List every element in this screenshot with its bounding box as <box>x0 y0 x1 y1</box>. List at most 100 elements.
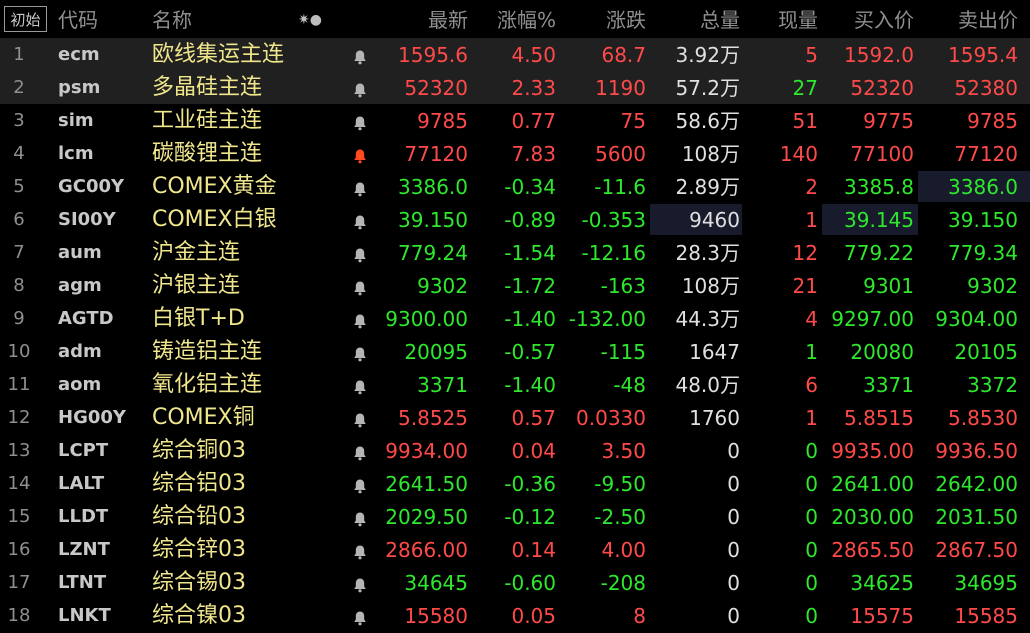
ask-price: 2867.50 <box>935 538 1018 562</box>
alert-bell-icon[interactable] <box>346 38 374 71</box>
table-row[interactable]: 14 LALT 综合铝03 2641.50 -0.36 -9.50 0 0 2641.00 264… <box>0 467 1030 500</box>
ask-price: 20105 <box>954 340 1018 364</box>
column-name[interactable]: 名称 <box>152 0 192 38</box>
row-number: 15 <box>7 506 31 527</box>
init-button[interactable]: 初始 <box>4 6 47 32</box>
current-volume: 1 <box>805 340 818 364</box>
alert-bell-icon[interactable] <box>346 137 374 170</box>
symbol-name: 沪银主连 <box>152 273 241 298</box>
alert-bell-icon[interactable] <box>346 269 374 302</box>
symbol-name: 多晶硅主连 <box>152 75 263 100</box>
row-number: 1 <box>13 44 25 65</box>
bid-price: 9775 <box>863 109 914 133</box>
table-row[interactable]: 18 LNKT 综合镍03 15580 0.05 8 0 0 15575 15585 <box>0 599 1030 632</box>
alert-bell-icon[interactable] <box>346 368 374 401</box>
table-row[interactable]: 2 psm 多晶硅主连 52320 2.33 1190 57.2万 27 52320 52380 <box>0 71 1030 104</box>
bid-price: 77100 <box>850 142 914 166</box>
symbol-name: 白银T+D <box>152 306 245 331</box>
table-row[interactable]: 10 adm 铸造铝主连 20095 -0.57 -115 1647 1 20080 20105 <box>0 335 1030 368</box>
current-volume: 1 <box>805 208 818 232</box>
column-last[interactable]: 最新 <box>372 0 468 38</box>
column-code[interactable]: 代码 <box>58 0 98 38</box>
change-value: -48 <box>613 373 646 397</box>
last-price: 52320 <box>404 76 468 100</box>
ask-price: 15585 <box>954 604 1018 628</box>
bid-price: 9935.00 <box>831 439 914 463</box>
alert-bell-icon[interactable] <box>346 467 374 500</box>
symbol-name: 综合铅03 <box>152 504 246 529</box>
alert-bell-icon[interactable] <box>346 533 374 566</box>
alert-bell-icon[interactable] <box>346 599 374 632</box>
change-percent: 7.83 <box>511 142 556 166</box>
symbol-code: aum <box>58 242 102 263</box>
column-pct[interactable]: 涨幅% <box>470 0 556 38</box>
table-row[interactable]: 7 aum 沪金主连 779.24 -1.54 -12.16 28.3万 12 779.22 77… <box>0 236 1030 269</box>
table-row[interactable]: 9 AGTD 白银T+D 9300.00 -1.40 -132.00 44.3万 4 9297.… <box>0 302 1030 335</box>
table-row[interactable]: 8 agm 沪银主连 9302 -1.72 -163 108万 21 9301 9302 <box>0 269 1030 302</box>
ask-price: 2642.00 <box>935 472 1018 496</box>
last-price: 39.150 <box>398 208 468 232</box>
last-price: 2029.50 <box>385 505 468 529</box>
alert-bell-icon[interactable] <box>346 500 374 533</box>
alert-bell-icon[interactable] <box>346 236 374 269</box>
table-row[interactable]: 16 LZNT 综合锌03 2866.00 0.14 4.00 0 0 2865.50 2867.… <box>0 533 1030 566</box>
symbol-code: AGTD <box>58 308 114 329</box>
table-row[interactable]: 4 lcm 碳酸锂主连 77120 7.83 5600 108万 140 77100 77120 <box>0 137 1030 170</box>
symbol-name: COMEX铜 <box>152 405 255 430</box>
alert-bell-icon[interactable] <box>346 302 374 335</box>
table-row[interactable]: 3 sim 工业硅主连 9785 0.77 75 58.6万 51 9775 9785 <box>0 104 1030 137</box>
column-ask[interactable]: 卖出价 <box>914 0 1018 38</box>
row-number: 17 <box>7 572 31 593</box>
row-number: 2 <box>13 77 25 98</box>
change-percent: -0.57 <box>504 340 556 364</box>
symbol-name: 综合锌03 <box>152 537 246 562</box>
alert-bell-icon[interactable] <box>346 401 374 434</box>
alert-bell-icon[interactable] <box>346 335 374 368</box>
ask-price: 3372 <box>967 373 1018 397</box>
symbol-code: HG00Y <box>58 407 126 428</box>
ask-price: 779.34 <box>948 241 1018 265</box>
alert-bell-icon[interactable] <box>346 104 374 137</box>
last-price: 2641.50 <box>385 472 468 496</box>
table-row[interactable]: 15 LLDT 综合铅03 2029.50 -0.12 -2.50 0 0 2030.00 203… <box>0 500 1030 533</box>
total-volume: 28.3万 <box>675 241 740 265</box>
alert-bell-icon[interactable] <box>346 71 374 104</box>
change-percent: -0.60 <box>504 571 556 595</box>
last-price: 2866.00 <box>385 538 468 562</box>
current-volume: 140 <box>779 142 818 166</box>
table-row[interactable]: 6 SI00Y COMEX白银 39.150 -0.89 -0.353 9460 1 39.14… <box>0 203 1030 236</box>
column-vol[interactable]: 总量 <box>646 0 740 38</box>
alert-bell-icon[interactable] <box>346 566 374 599</box>
change-percent: 4.50 <box>511 43 556 67</box>
alert-bell-icon[interactable] <box>346 170 374 203</box>
current-volume: 1 <box>805 406 818 430</box>
table-row[interactable]: 5 GC00Y COMEX黄金 3386.0 -0.34 -11.6 2.89万 2 3385.… <box>0 170 1030 203</box>
change-percent: 0.05 <box>511 604 556 628</box>
change-percent: -0.89 <box>504 208 556 232</box>
last-price: 9302 <box>417 274 468 298</box>
current-volume: 0 <box>805 604 818 628</box>
table-row[interactable]: 11 aom 氧化铝主连 3371 -1.40 -48 48.0万 6 3371 3372 <box>0 368 1030 401</box>
column-options-icon[interactable]: ✷● <box>298 0 322 38</box>
symbol-name: 综合镍03 <box>152 603 246 628</box>
alert-bell-icon[interactable] <box>346 203 374 236</box>
change-value: -11.6 <box>594 175 646 199</box>
column-cur[interactable]: 现量 <box>740 0 818 38</box>
table-row[interactable]: 1 ecm 欧线集运主连 1595.6 4.50 68.7 3.92万 5 1592.0 1595… <box>0 38 1030 71</box>
ask-price: 39.150 <box>948 208 1018 232</box>
symbol-name: 综合铜03 <box>152 438 246 463</box>
symbol-code: LZNT <box>58 539 110 560</box>
change-percent: -1.40 <box>504 307 556 331</box>
table-row[interactable]: 12 HG00Y COMEX铜 5.8525 0.57 0.0330 1760 1 5.8515… <box>0 401 1030 434</box>
symbol-code: LCPT <box>58 440 109 461</box>
alert-bell-icon[interactable] <box>346 434 374 467</box>
symbol-code: psm <box>58 77 101 98</box>
column-bid[interactable]: 买入价 <box>818 0 914 38</box>
table-row[interactable]: 13 LCPT 综合铜03 9934.00 0.04 3.50 0 0 9935.00 9936.… <box>0 434 1030 467</box>
current-volume: 0 <box>805 571 818 595</box>
row-number: 12 <box>7 407 31 428</box>
column-chg[interactable]: 涨跌 <box>556 0 646 38</box>
change-percent: 0.14 <box>511 538 556 562</box>
table-row[interactable]: 17 LTNT 综合锡03 34645 -0.60 -208 0 0 34625 34695 <box>0 566 1030 599</box>
last-price: 9300.00 <box>385 307 468 331</box>
